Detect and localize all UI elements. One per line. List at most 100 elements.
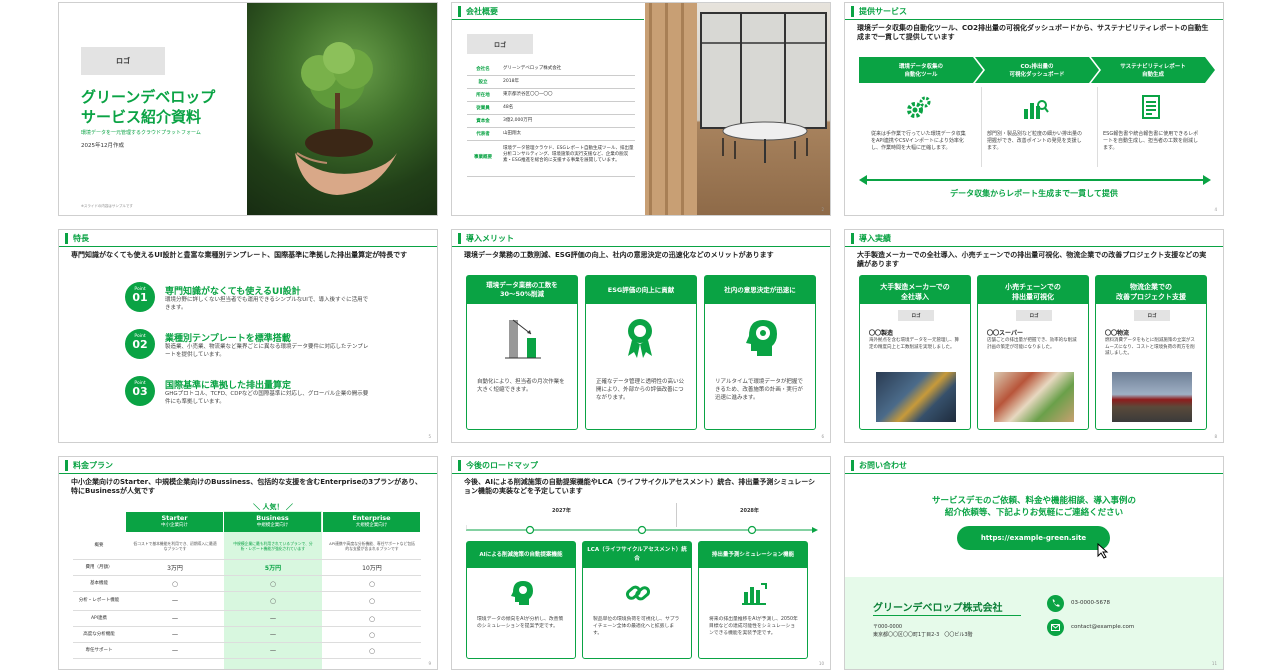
client-name: 〇〇物流 — [1105, 330, 1130, 337]
cursor-icon — [1097, 543, 1111, 559]
case-study-description: 海外拠点を含む環境データを一元管理し、算定の精度向上と工数削減を実現しました。 — [869, 338, 959, 350]
case-study-title: 小売チェーンでの — [1005, 283, 1061, 291]
email-address[interactable]: contact@example.com — [1071, 624, 1134, 630]
cover-subtitle: 環境データを一元管理するクラウドプラットフォーム — [81, 130, 201, 136]
slide-lead: 環境データ収集の自動化ツール、CO2排出量の可視化ダッシュボードから、サステナビ… — [857, 24, 1209, 41]
company-info-row: 所在地 東京都渋谷区〇〇一〇〇 — [467, 89, 635, 102]
info-key: 資本金 — [476, 119, 490, 124]
case-study-title: 大手製造メーカーでの — [880, 283, 950, 291]
roadmap-description: 将来の排出量推移をAIが予測し、2050年目標などの達成可能性をシミュレーション… — [709, 617, 798, 636]
pricing-cell: ー — [171, 614, 179, 623]
slide-header: 今後のロードマップ — [452, 457, 830, 474]
slide-features[interactable]: 特長 専門知識がなくても使えるUI設計と豊富な業種別テンプレート、国際基準に準拠… — [58, 229, 438, 443]
bar-chart-icon — [503, 316, 543, 360]
roadmap-card: AIによる削減施策の自動提案機能 環境データの傾向をAIが分析し、改善策のシミュレ… — [466, 541, 576, 659]
plan-target: 中小企業向け — [161, 523, 188, 528]
plan-header: Business 中規模企業向け — [224, 512, 321, 532]
slide-services[interactable]: 提供サービス 環境データ収集の自動化ツール、CO2排出量の可視化ダッシュボードか… — [844, 2, 1224, 216]
page-number: 5 — [428, 434, 431, 439]
year-label-2028: 2028年 — [740, 508, 759, 514]
point-number: 03 — [132, 385, 148, 398]
forecast-chart-icon — [739, 578, 769, 608]
slide-lead: 中小企業向けのStarter、中規模企業向けのBussiness、包括的な支援を… — [71, 478, 422, 495]
benefit-description: 自動化により、担当者の月次作業を大きく短縮できます。 — [477, 379, 565, 393]
pricing-cell: ー — [269, 630, 277, 639]
roadmap-description: 製品単位の環境負荷を可視化し、サプライチェーン全体の最適化へと拡張します。 — [593, 617, 680, 636]
page-number: 11 — [1211, 661, 1217, 666]
pricing-row-label: 概要 — [94, 543, 104, 548]
info-key: 代表者 — [476, 132, 490, 137]
info-value: 3億2,000万円 — [503, 118, 533, 123]
website-link-button[interactable]: https://example-green.site — [957, 526, 1110, 550]
slide-title: 提供サービス — [859, 7, 907, 16]
page-number: 9 — [428, 661, 431, 666]
case-study-header: 物流企業での 改善プロジェクト支援 — [1096, 276, 1206, 304]
slide-cover[interactable]: ロゴ グリーンデベロップ サービス紹介資料 環境データを一元管理するクラウドプラ… — [58, 2, 438, 216]
case-study-header: 大手製造メーカーでの 全社導入 — [860, 276, 970, 304]
logo-placeholder: ロゴ — [81, 47, 165, 75]
client-name: 〇〇製造 — [869, 330, 894, 337]
service-step-title: 自動生成 — [1141, 72, 1164, 78]
benefit-card: ESG評価の向上に貢献 正確なデータ管理と透明性の高い公開により、外部からの評価改… — [585, 275, 697, 430]
client-logo-placeholder: ロゴ — [1016, 310, 1052, 321]
client-logo-placeholder: ロゴ — [1134, 310, 1170, 321]
page-number: 4 — [1214, 207, 1217, 212]
slide-benefits[interactable]: 導入メリット 環境データ業務の工数削減、ESG評価の向上、社内の意思決定の迅速化… — [451, 229, 831, 443]
service-step-title: 自動化ツール — [904, 72, 938, 78]
feature-description: 製造業、小売業、物流業など業界ごとに異なる環境データ要件に対応したテンプレートを… — [165, 344, 369, 358]
contact-message-line2: 紹介依頼等、下記よりお気軽にご連絡ください — [944, 508, 1124, 518]
service-step-title: 環境データ収集の — [898, 64, 943, 70]
slide-pricing[interactable]: 料金プラン 中小企業向けのStarter、中規模企業向けのBussiness、包… — [58, 456, 438, 670]
feature-description: GHGプロトコル、TCFD、CDPなどの国際基準に対応し、グローバル企業の開示要… — [165, 391, 369, 405]
case-study-card: 小売チェーンでの 排出量可視化 ロゴ 〇〇スーパー 店舗ごとの排出量が把握でき、効率的な… — [977, 275, 1089, 430]
slide-header: 導入実績 — [845, 230, 1223, 247]
info-value: 48名 — [503, 105, 514, 110]
award-icon — [622, 316, 658, 360]
slide-case-studies[interactable]: 導入実績 大手製造メーカーでの全社導入、小売チェーンでの排出量可視化、物流企業で… — [844, 229, 1224, 443]
slide-header: 提供サービス — [845, 3, 1223, 20]
slide-contact[interactable]: お問い合わせ サービスデモのご依頼、料金や機能相談、導入事例の 紹介依頼等、下記… — [844, 456, 1224, 670]
info-value: グリーンデベロップ株式会社 — [503, 66, 562, 71]
case-study-description: 店舗ごとの排出量が把握でき、効率的な削減計画の策定が可能になりました。 — [987, 338, 1077, 350]
pricing-cell: ○ — [368, 614, 376, 623]
roadmap-card: 排出量予測シミュレーション機能 将来の排出量推移をAIが予測し、2050年目標など… — [698, 541, 808, 659]
cover-title-line1: グリーンデベロップ — [81, 88, 216, 106]
slide-header: 料金プラン — [59, 457, 437, 474]
slide-lead: 環境データ業務の工数削減、ESG評価の向上、社内の意思決定の迅速化などのメリット… — [464, 251, 774, 259]
page-number: 10 — [818, 661, 824, 666]
step-divider — [1097, 87, 1098, 167]
slide-title: 料金プラン — [73, 461, 113, 470]
phone-icon — [1047, 595, 1064, 612]
info-key: 設立 — [478, 80, 488, 85]
point-number: 01 — [132, 291, 148, 304]
pricing-cell: ○ — [269, 597, 277, 605]
company-name-underline — [873, 615, 1021, 616]
benefit-card: 環境データ業務の工数を30〜50%削減 自動化により、担当者の月次作業を大きく短縮… — [466, 275, 578, 430]
info-key: 会社名 — [476, 67, 490, 72]
pricing-cell: ○ — [368, 579, 376, 588]
pricing-cell: ○ — [269, 579, 277, 588]
page-number: 2 — [821, 207, 824, 212]
plan-target: 中規模企業向け — [256, 523, 289, 528]
slide-company-overview[interactable]: 会社概要 ロゴ 会社名 グリーンデベロップ株式会社 設立 2018年 所在地 東京都渋谷区… — [451, 2, 831, 216]
plan-name: Starter — [161, 514, 188, 522]
slide-roadmap[interactable]: 今後のロードマップ 今後、AIによる削減施策の自動提案機能やLCA（ライフサイク… — [451, 456, 831, 670]
pricing-row-label: 基本機能 — [90, 580, 108, 586]
pricing-cell: 3万円 — [167, 565, 183, 572]
slide-header: お問い合わせ — [845, 457, 1223, 474]
pricing-row-label: 高度な分析機能 — [83, 631, 115, 637]
benefit-title: 社内の意思決定が迅速に — [705, 276, 815, 304]
plan-name: Enterprise — [352, 514, 391, 522]
case-study-title: 全社導入 — [901, 293, 929, 301]
ai-head-icon — [507, 578, 537, 608]
pricing-cell: ○ — [171, 579, 179, 588]
client-name: 〇〇スーパー — [987, 330, 1023, 337]
roadmap-title: AIによる削減施策の自動提案機能 — [467, 542, 575, 568]
roadmap-card: LCA（ライフサイクルアセスメント）統合 製品単位の環境負荷を可視化し、サプライチ… — [582, 541, 692, 659]
slide-title: 今後のロードマップ — [466, 461, 538, 470]
plan-header: Starter 中小企業向け — [126, 512, 223, 532]
office-meeting-room-image — [645, 3, 830, 215]
address: 東京都〇〇区〇〇町1丁目2-3 〇〇ビル3階 — [873, 632, 973, 638]
service-step-description: ESG報告書や統合報告書に使用できるレポートを自動生成し、担当者の工数を削減しま… — [1103, 131, 1199, 151]
slide-title: 導入メリット — [466, 234, 514, 243]
